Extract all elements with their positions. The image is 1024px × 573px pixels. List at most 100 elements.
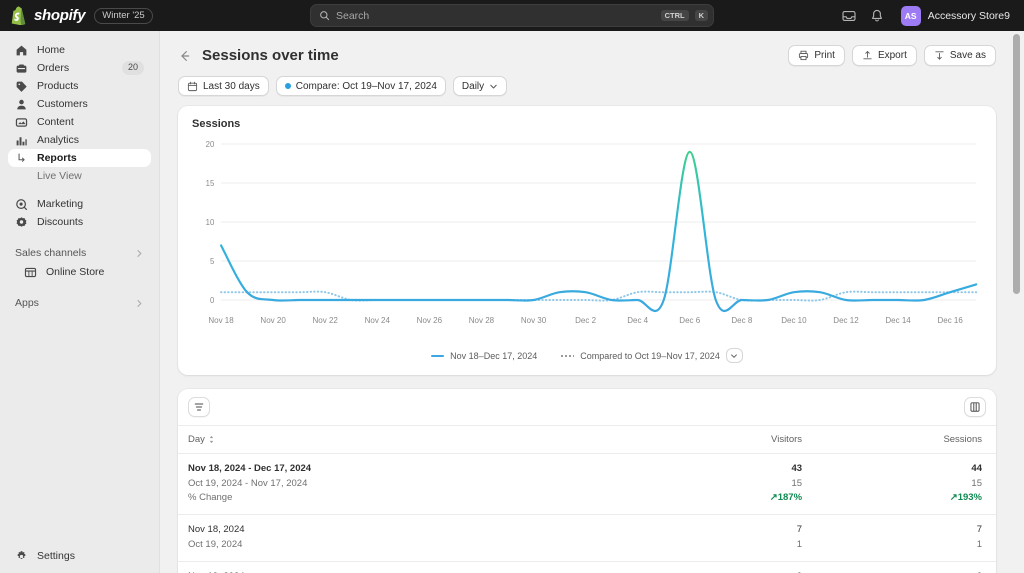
- granularity-label: Daily: [462, 81, 484, 92]
- online-store-icon: [24, 266, 37, 279]
- sidebar-item-customers[interactable]: Customers: [8, 95, 151, 113]
- summary-sessions-compare: 15: [816, 477, 982, 492]
- row-day-compare: Oct 19, 2024: [188, 538, 622, 553]
- sidebar-item-home[interactable]: Home: [8, 41, 151, 59]
- export-button[interactable]: Export: [852, 45, 917, 66]
- legend-label-compare: Compared to Oct 19–Nov 17, 2024: [580, 351, 720, 361]
- table-row[interactable]: Nov 19, 2024 Oct 20, 2024 0 1 0 1: [178, 561, 996, 573]
- sessions-change-arrow: ↗: [950, 492, 958, 503]
- nav-divider-gap-2: [8, 231, 151, 241]
- sidebar-item-label-products: Products: [37, 80, 144, 92]
- column-header-sessions[interactable]: Sessions: [816, 426, 996, 454]
- content-icon: [15, 116, 28, 129]
- app-shell: Home Orders 20 Products Customers: [0, 31, 1024, 573]
- row-sessions-primary: 7: [816, 523, 982, 538]
- orders-badge-count: 20: [122, 61, 144, 75]
- summary-day-cell: Nov 18, 2024 - Dec 17, 2024 Oct 19, 2024…: [178, 454, 636, 515]
- chevron-right-icon: [135, 249, 144, 258]
- row-day-primary: Nov 18, 2024: [188, 523, 622, 538]
- filter-button[interactable]: [188, 397, 210, 417]
- visitors-change-arrow: ↗: [770, 492, 778, 503]
- bell-icon[interactable]: [869, 8, 885, 24]
- y-axis-tick-label: 20: [206, 140, 215, 149]
- page-actions: Print Export: [788, 45, 996, 66]
- export-label: Export: [878, 50, 907, 61]
- filter-bar: Last 30 days Compare: Oct 19–Nov 17, 202…: [170, 76, 996, 106]
- kbd-ctrl: CTRL: [661, 10, 689, 22]
- x-axis-tick-label: Nov 20: [260, 316, 285, 325]
- legend-solid-line-icon: [431, 355, 444, 357]
- legend-expand-button[interactable]: [726, 348, 743, 363]
- print-button[interactable]: Print: [788, 45, 845, 66]
- date-range-picker[interactable]: Last 30 days: [178, 76, 269, 96]
- nav-divider-gap: [8, 185, 151, 195]
- sidebar-item-content[interactable]: Content: [8, 113, 151, 131]
- sidebar-item-discounts[interactable]: Discounts: [8, 213, 151, 231]
- sessions-table: Day Visitors: [178, 426, 996, 573]
- season-badge: Winter '25: [94, 8, 152, 24]
- sidebar-item-label-analytics: Analytics: [37, 134, 144, 146]
- customers-icon: [15, 98, 28, 111]
- store-name: Accessory Store9: [928, 10, 1010, 22]
- sidebar-item-marketing[interactable]: Marketing: [8, 195, 151, 213]
- calendar-icon: [187, 81, 198, 92]
- row-visitors-cell: 7 1: [636, 515, 816, 561]
- granularity-select[interactable]: Daily: [453, 76, 507, 96]
- compare-picker[interactable]: Compare: Oct 19–Nov 17, 2024: [276, 76, 446, 96]
- x-axis-tick-label: Dec 14: [885, 316, 910, 325]
- row-day-primary-2: Nov 19, 2024: [188, 570, 622, 573]
- chart-plot-area: 05101520 Nov 18Nov 20Nov 22Nov 24Nov 26N…: [192, 134, 982, 334]
- sidebar-item-reports[interactable]: Reports: [8, 149, 151, 167]
- brand-logo[interactable]: shopify Winter '25: [10, 6, 153, 25]
- edit-columns-button[interactable]: [964, 397, 986, 417]
- sort-arrows-icon: [208, 435, 215, 444]
- save-as-button[interactable]: Save as: [924, 45, 996, 66]
- row-sessions-cell-2: 0 1: [816, 561, 996, 573]
- column-header-visitors[interactable]: Visitors: [636, 426, 816, 454]
- table-row[interactable]: Nov 18, 2024 Oct 19, 2024 7 1 7 1: [178, 515, 996, 561]
- sidebar-item-analytics[interactable]: Analytics: [8, 131, 151, 149]
- export-icon: [862, 50, 873, 61]
- summary-day-compare: Oct 19, 2024 - Nov 17, 2024: [188, 477, 622, 492]
- y-axis-tick-label: 5: [210, 257, 215, 266]
- brand-name: shopify: [34, 7, 85, 24]
- scrollbar-thumb[interactable]: [1013, 34, 1020, 294]
- chart-x-axis: Nov 18Nov 20Nov 22Nov 24Nov 26Nov 28Nov …: [192, 314, 982, 328]
- legend-item-compare[interactable]: Compared to Oct 19–Nov 17, 2024: [561, 348, 743, 363]
- sidebar-item-products[interactable]: Products: [8, 77, 151, 95]
- inbox-icon[interactable]: [841, 8, 857, 24]
- search-input[interactable]: Search CTRL K: [310, 4, 714, 27]
- sidebar-section-apps[interactable]: Apps: [8, 293, 151, 313]
- column-label-visitors: Visitors: [771, 434, 802, 445]
- data-table-card: Day Visitors: [178, 389, 996, 573]
- live-view-spacer: [15, 170, 28, 183]
- legend-dotted-line-icon: [561, 355, 574, 357]
- row-day-cell-2: Nov 19, 2024 Oct 20, 2024: [178, 561, 636, 573]
- save-as-icon: [934, 50, 945, 61]
- row-visitors-primary-2: 0: [636, 570, 802, 573]
- sidebar-item-live-view[interactable]: Live View: [8, 167, 151, 185]
- legend-item-primary[interactable]: Nov 18–Dec 17, 2024: [431, 351, 537, 361]
- visitors-change-value: 187%: [778, 492, 802, 503]
- top-bar: shopify Winter '25 Search CTRL K AS Acce…: [0, 0, 1024, 31]
- row-visitors-compare: 1: [636, 538, 802, 553]
- sidebar-item-label-online-store: Online Store: [46, 266, 144, 278]
- sidebar-section-sales-channels[interactable]: Sales channels: [8, 243, 151, 263]
- summary-visitors-compare: 15: [636, 477, 802, 492]
- sidebar-item-settings[interactable]: Settings: [8, 547, 151, 565]
- column-header-day[interactable]: Day: [178, 426, 636, 454]
- table-summary-row[interactable]: Nov 18, 2024 - Dec 17, 2024 Oct 19, 2024…: [178, 454, 996, 515]
- sidebar-item-orders[interactable]: Orders 20: [8, 59, 151, 77]
- store-switcher[interactable]: AS Accessory Store9: [897, 4, 1014, 28]
- sidebar-item-label-marketing: Marketing: [37, 198, 144, 210]
- avatar: AS: [901, 6, 921, 26]
- sessions-line-chart[interactable]: 05101520: [192, 134, 982, 314]
- chart-card: Sessions 05101520 Nov 18Nov 20Nov 22Nov …: [178, 106, 996, 375]
- printer-icon: [798, 50, 809, 61]
- back-arrow-icon[interactable]: [178, 49, 192, 63]
- vertical-scrollbar[interactable]: [1012, 34, 1021, 570]
- main-content: Sessions over time Print: [160, 31, 1024, 573]
- sidebar-item-online-store[interactable]: Online Store: [8, 263, 151, 281]
- sidebar-item-label-reports: Reports: [37, 152, 144, 164]
- page-header: Sessions over time Print: [170, 31, 996, 76]
